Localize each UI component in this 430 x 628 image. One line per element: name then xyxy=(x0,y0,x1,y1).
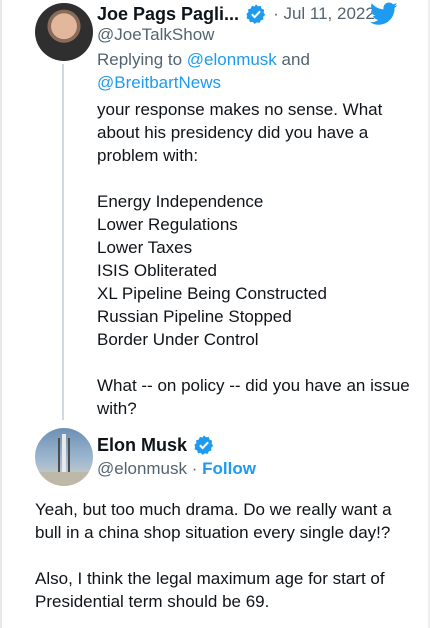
list-item: Lower Regulations xyxy=(97,215,238,234)
joe-display-name[interactable]: Joe Pags Pagli... xyxy=(97,4,239,25)
joe-tweet-body: your response makes no sense. What about… xyxy=(97,98,417,420)
elon-display-name[interactable]: Elon Musk xyxy=(97,435,187,456)
replying-user-link[interactable]: @elonmusk xyxy=(187,50,277,69)
list-item: XL Pipeline Being Constructed xyxy=(97,284,327,303)
verified-badge-icon xyxy=(194,435,214,455)
elon-tweet-body: Yeah, but too much drama. Do we really w… xyxy=(35,498,415,613)
tweet-date[interactable]: · Jul 11, 2022 xyxy=(273,4,375,24)
list-item: Border Under Control xyxy=(97,330,259,349)
joe-avatar[interactable] xyxy=(35,3,93,61)
joe-handle[interactable]: @JoeTalkShow xyxy=(97,25,214,45)
list-item: Russian Pipeline Stopped xyxy=(97,307,292,326)
elon-handle-row: @elonmusk · Follow xyxy=(97,459,256,478)
replying-prefix: Replying to xyxy=(97,50,183,69)
policy-list: Energy Independence Lower Regulations Lo… xyxy=(97,190,417,351)
tweet-date-text: Jul 11, 2022 xyxy=(283,4,375,23)
tweet-paragraph: What -- on policy -- did you have an iss… xyxy=(97,376,410,418)
list-item: Lower Taxes xyxy=(97,238,193,257)
replying-to: Replying to @elonmusk and @BreitbartNews xyxy=(97,48,397,94)
list-item: ISIS Obliterated xyxy=(97,261,218,280)
replying-user-link[interactable]: @BreitbartNews xyxy=(97,73,221,92)
tweet-paragraph: Yeah, but too much drama. Do we really w… xyxy=(35,500,392,542)
tweet-card: Joe Pags Pagli... · Jul 11, 2022 @JoeTal… xyxy=(0,0,430,628)
elon-name-row: Elon Musk xyxy=(97,434,215,456)
replying-and: and xyxy=(281,50,310,69)
rocket-image xyxy=(35,434,93,486)
tweet-paragraph: Also, I think the legal maximum age for … xyxy=(35,569,385,611)
joe-name-row: Joe Pags Pagli... · Jul 11, 2022 xyxy=(97,3,375,25)
thread-line xyxy=(62,64,64,420)
elon-avatar[interactable] xyxy=(35,428,93,486)
verified-badge-icon xyxy=(246,4,266,24)
tweet-paragraph: your response makes no sense. What about… xyxy=(97,100,383,165)
list-item: Energy Independence xyxy=(97,192,264,211)
elon-handle[interactable]: @elonmusk xyxy=(97,459,187,478)
follow-button[interactable]: Follow xyxy=(202,459,256,478)
twitter-bird-icon[interactable] xyxy=(370,2,398,26)
